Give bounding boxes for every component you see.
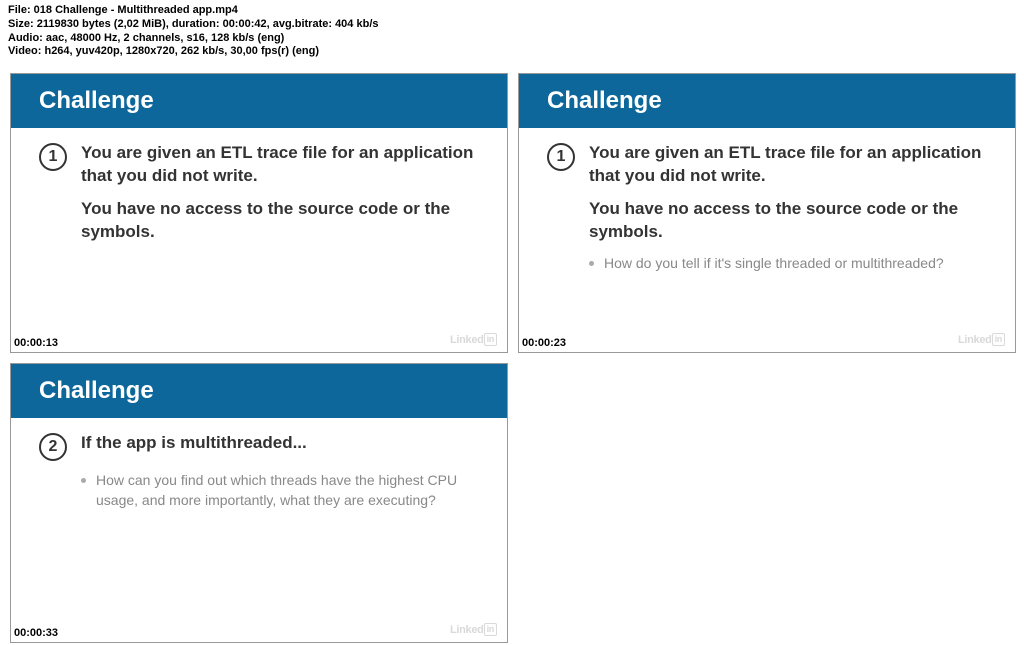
linkedin-watermark: Linkedin <box>958 333 1005 346</box>
meta-video: Video: h264, yuv420p, 1280x720, 262 kb/s… <box>8 45 1016 59</box>
slide-body: 1 You are given an ETL trace file for an… <box>11 128 507 352</box>
bullet-dot-icon <box>81 478 86 483</box>
linkedin-watermark: Linkedin <box>450 623 497 636</box>
slide-header: Challenge <box>11 74 507 128</box>
meta-audio: Audio: aac, 48000 Hz, 2 channels, s16, 1… <box>8 32 1016 46</box>
slide-2: Challenge 1 You are given an ETL trace f… <box>518 73 1016 353</box>
watermark-text: Linked <box>450 624 484 636</box>
linkedin-watermark: Linkedin <box>450 333 497 346</box>
bullet-item: How do you tell if it's single threaded … <box>589 254 987 274</box>
lead-text: You are given an ETL trace file for an a… <box>81 142 479 188</box>
step-number-icon: 2 <box>39 433 67 461</box>
timestamp: 00:00:23 <box>522 337 566 349</box>
bullet-item: How can you find out which threads have … <box>81 471 479 510</box>
slide-header: Challenge <box>519 74 1015 128</box>
watermark-text: Linked <box>450 334 484 346</box>
file-metadata: File: 018 Challenge - Multithreaded app.… <box>0 0 1024 63</box>
step-number-icon: 1 <box>39 143 67 171</box>
bullet-dot-icon <box>589 261 594 266</box>
timestamp: 00:00:13 <box>14 337 58 349</box>
bullet-text: How can you find out which threads have … <box>96 471 479 510</box>
numbered-item: 1 You are given an ETL trace file for an… <box>39 142 479 188</box>
slide-header: Challenge <box>11 364 507 418</box>
timestamp: 00:00:33 <box>14 627 58 639</box>
slide-1: Challenge 1 You are given an ETL trace f… <box>10 73 508 353</box>
paragraph-text: You have no access to the source code or… <box>589 198 987 244</box>
watermark-box: in <box>992 333 1005 346</box>
slide-body: 1 You are given an ETL trace file for an… <box>519 128 1015 352</box>
watermark-box: in <box>484 333 497 346</box>
lead-text: If the app is multithreaded... <box>81 432 479 455</box>
lead-text: You are given an ETL trace file for an a… <box>589 142 987 188</box>
step-number-icon: 1 <box>547 143 575 171</box>
meta-file: File: 018 Challenge - Multithreaded app.… <box>8 4 1016 18</box>
watermark-box: in <box>484 623 497 636</box>
numbered-item: 2 If the app is multithreaded... <box>39 432 479 461</box>
meta-size: Size: 2119830 bytes (2,02 MiB), duration… <box>8 18 1016 32</box>
watermark-text: Linked <box>958 334 992 346</box>
numbered-item: 1 You are given an ETL trace file for an… <box>547 142 987 188</box>
slide-3: Challenge 2 If the app is multithreaded.… <box>10 363 508 643</box>
paragraph-text: You have no access to the source code or… <box>81 198 479 244</box>
slide-body: 2 If the app is multithreaded... How can… <box>11 418 507 642</box>
slides-grid: Challenge 1 You are given an ETL trace f… <box>0 63 1024 643</box>
bullet-text: How do you tell if it's single threaded … <box>604 254 987 274</box>
